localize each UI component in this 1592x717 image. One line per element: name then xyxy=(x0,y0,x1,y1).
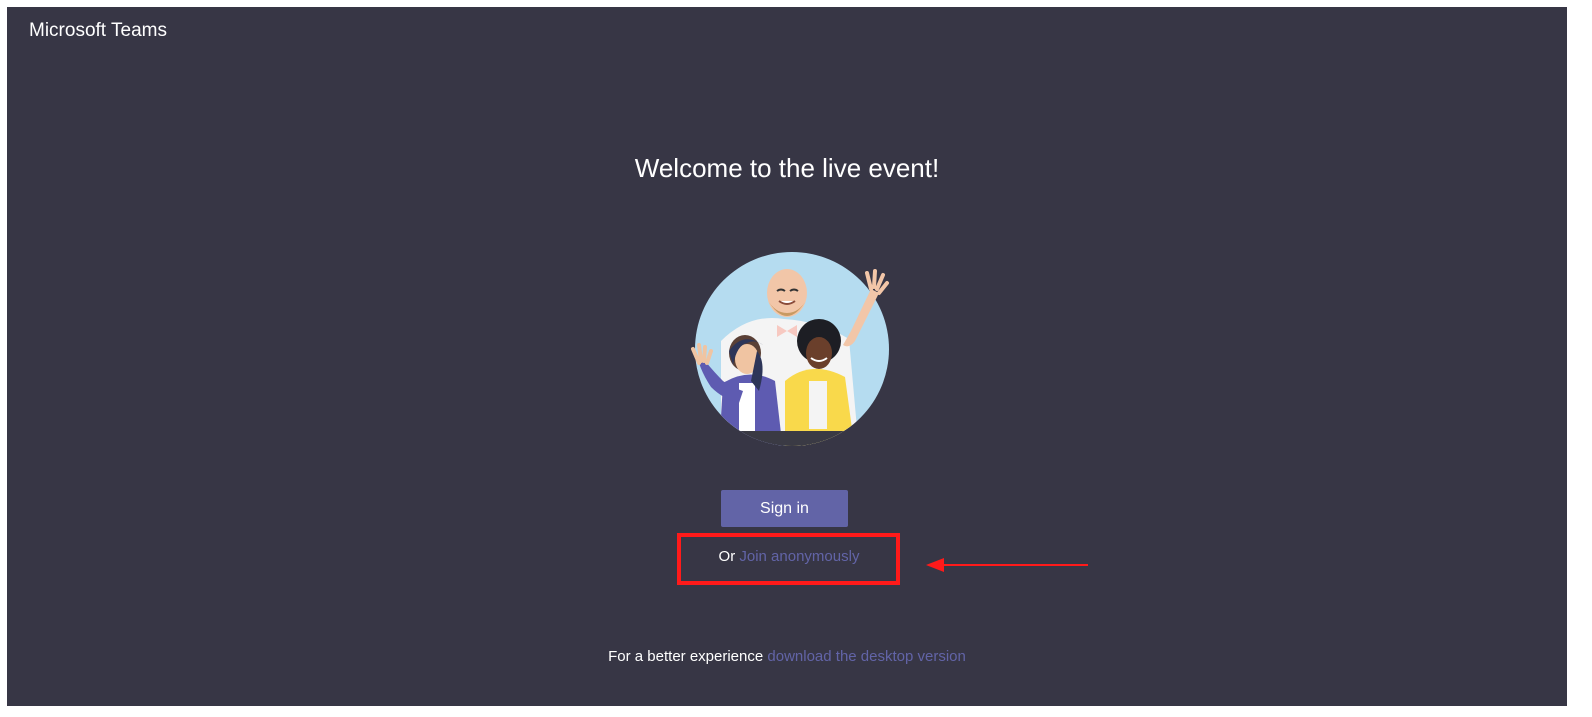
app-title: Microsoft Teams xyxy=(29,20,167,41)
footer-note: For a better experience download the des… xyxy=(7,648,1567,665)
sign-in-button[interactable]: Sign in xyxy=(721,490,848,527)
download-desktop-link[interactable]: download the desktop version xyxy=(767,648,965,665)
annotation-highlight-box xyxy=(677,533,900,585)
page-title: Welcome to the live event! xyxy=(634,153,940,183)
app-window: Microsoft Teams Welcome to the live even… xyxy=(7,7,1567,706)
footer-text: For a better experience xyxy=(608,648,764,665)
people-waving-illustration xyxy=(691,252,889,446)
annotation-arrow-icon xyxy=(926,558,1088,572)
